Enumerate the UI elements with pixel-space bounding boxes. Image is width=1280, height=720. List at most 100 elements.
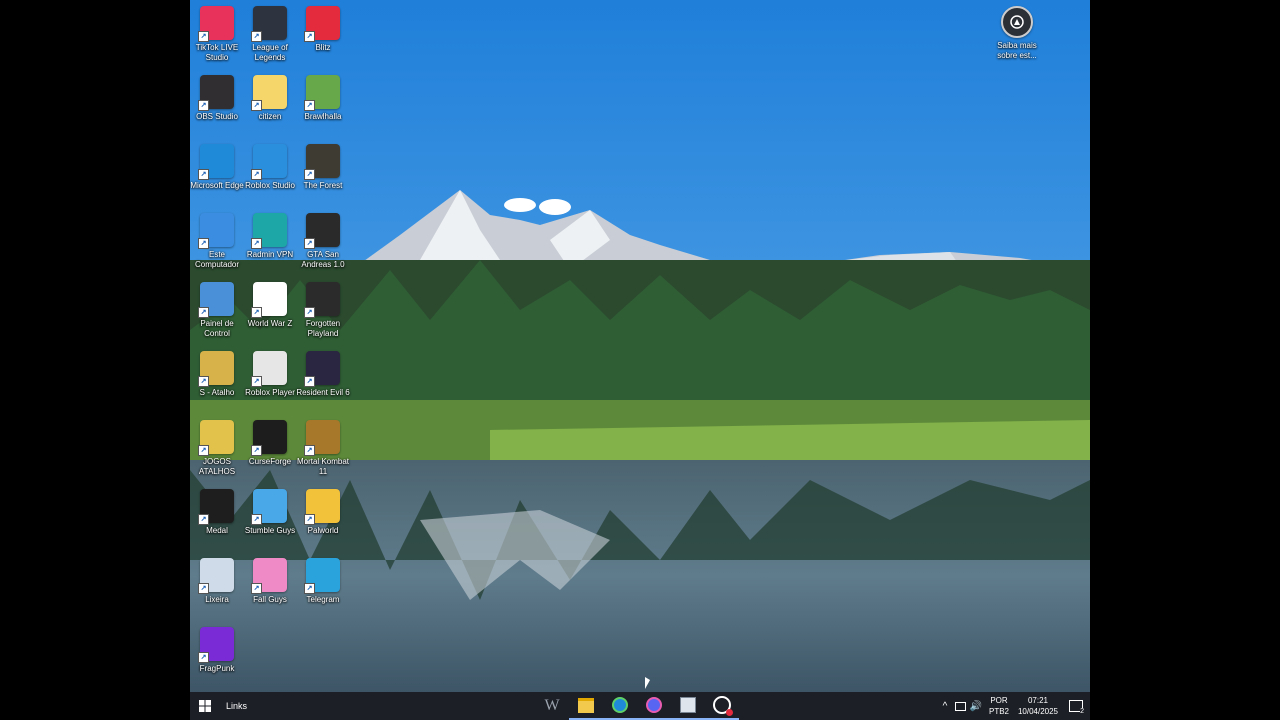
desktop-shortcut[interactable]: ↗ TikTok LIVE Studio (190, 2, 244, 63)
desktop-shortcut-label: Medal (206, 526, 228, 535)
language-indicator[interactable]: POR PTB2 (984, 692, 1014, 720)
language-code: POR (990, 696, 1008, 705)
blitz-taskbar-icon[interactable] (705, 692, 739, 720)
desktop-shortcut-label: TikTok LIVE Studio (195, 43, 239, 62)
folder-icon: ↗ (251, 75, 287, 111)
shortcut-arrow-icon: ↗ (304, 31, 315, 42)
desktop-shortcut-label: Resident Evil 6 (296, 388, 350, 397)
show-hidden-icons-button[interactable]: ^ (938, 692, 952, 720)
desktop-shortcut[interactable]: ↗ Lixeira (190, 554, 244, 605)
desktop-shortcut[interactable]: ↗ JOGOS ATALHOS (190, 416, 244, 477)
control-panel-icon: ↗ (198, 282, 234, 318)
desktop-shortcut[interactable]: ↗ OBS Studio (190, 71, 244, 122)
desktop-shortcut-label: World War Z (247, 319, 293, 328)
shortcut-arrow-icon: ↗ (304, 307, 315, 318)
medal-icon: ↗ (198, 489, 234, 525)
notification-count: 2 (1080, 708, 1084, 715)
desktop-shortcut[interactable]: ↗ Microsoft Edge (190, 140, 244, 191)
desktop-shortcut-label: Blitz (315, 43, 331, 52)
clock[interactable]: 07:21 10/04/2025 (1014, 692, 1062, 720)
desktop-shortcut[interactable]: ↗ Este Computador (190, 209, 244, 270)
desktop-shortcut[interactable]: ↗ Palworld (296, 485, 350, 536)
desktop-shortcut-label: JOGOS ATALHOS (198, 457, 236, 476)
desktop-shortcut[interactable]: ↗ Painel de Control (190, 278, 244, 339)
palworld-icon: ↗ (304, 489, 340, 525)
shortcut-arrow-icon: ↗ (251, 376, 262, 387)
edge-taskbar-icon[interactable] (603, 692, 637, 720)
recycle-bin-icon: ↗ (198, 558, 234, 594)
file-explorer-icon[interactable] (569, 692, 603, 720)
desktop-shortcut[interactable]: ↗ Fall Guys (243, 554, 297, 605)
shortcut-arrow-icon: ↗ (304, 514, 315, 525)
desktop-shortcut[interactable]: ↗ The Forest (296, 140, 350, 191)
gta-sa-icon: ↗ (304, 213, 340, 249)
desktop-shortcut[interactable]: ↗ World War Z (243, 278, 297, 329)
volume-icon[interactable]: 🔊 (968, 692, 984, 720)
desktop-shortcut-label: Forgotten Playland (305, 319, 341, 338)
desktop-shortcut[interactable]: ↗ Mortal Kombat 11 (296, 416, 350, 477)
desktop-shortcut[interactable]: ↗ FragPunk (190, 623, 244, 674)
desktop-shortcut[interactable]: ↗ Brawlhalla (296, 71, 350, 122)
desktop-shortcut-label: Roblox Player (245, 388, 295, 397)
desktop-shortcut[interactable]: ↗ League of Legends (243, 2, 297, 63)
desktop-shortcut-label: Mortal Kombat 11 (296, 457, 350, 476)
desktop-shortcut[interactable]: ↗ Resident Evil 6 (296, 347, 350, 398)
desktop-shortcut[interactable]: ↗ Medal (190, 485, 244, 536)
desktop-shortcut[interactable]: ↗ citizen (243, 71, 297, 122)
world-war-z-icon: ↗ (251, 282, 287, 318)
resident-evil-icon: ↗ (304, 351, 340, 387)
discord-icon[interactable] (637, 692, 671, 720)
windows-start-icon (199, 700, 211, 712)
desktop-shortcut[interactable]: ↗ GTA San Andreas 1.0 (296, 209, 350, 270)
radmin-vpn-icon: ↗ (251, 213, 287, 249)
obs-icon: ↗ (198, 75, 234, 111)
word-app-icon[interactable]: W (535, 692, 569, 720)
shortcut-arrow-icon: ↗ (304, 376, 315, 387)
notepad-icon[interactable] (671, 692, 705, 720)
desktop-shortcut-label: GTA San Andreas 1.0 (301, 250, 345, 269)
network-icon[interactable] (952, 692, 968, 720)
shortcut-character-icon: ↗ (198, 351, 234, 387)
stumble-guys-icon: ↗ (251, 489, 287, 525)
shortcut-arrow-icon: ↗ (251, 307, 262, 318)
desktop-shortcut[interactable]: ↗ S - Atalho (190, 347, 244, 398)
mortal-kombat-icon: ↗ (304, 420, 340, 456)
desktop-shortcut[interactable]: ↗ Radmin VPN (243, 209, 297, 260)
shortcut-arrow-icon: ↗ (198, 583, 209, 594)
desktop-shortcut[interactable]: ↗ Roblox Studio (243, 140, 297, 191)
desktop-shortcut[interactable]: ↗ CurseForge (243, 416, 297, 467)
start-button[interactable] (190, 692, 220, 720)
desktop-shortcut-label: Este Computador (194, 250, 240, 269)
desktop-shortcut[interactable]: ↗ Stumble Guys (243, 485, 297, 536)
desktop-shortcut[interactable]: ↗ Telegram (296, 554, 350, 605)
shortcut-arrow-icon: ↗ (304, 169, 315, 180)
clock-time: 07:21 (1027, 696, 1049, 705)
notification-center-button[interactable]: 2 (1062, 692, 1090, 720)
learn-more-shortcut[interactable]: Saiba mais sobre est... (981, 2, 1053, 61)
desktop-shortcut-label: citizen (258, 112, 282, 121)
keyboard-layout: PTB2 (988, 707, 1009, 716)
fall-guys-icon: ↗ (251, 558, 287, 594)
shortcut-arrow-icon: ↗ (251, 31, 262, 42)
desktop-shortcut-label: Microsoft Edge (190, 181, 244, 190)
tiktok-live-icon: ↗ (198, 6, 234, 42)
desktop-shortcut-label: CurseForge (248, 457, 292, 466)
shortcut-arrow-icon: ↗ (251, 100, 262, 111)
desktop-shortcut-label: Palworld (307, 526, 339, 535)
edge-icon: ↗ (198, 144, 234, 180)
shortcut-arrow-icon: ↗ (304, 583, 315, 594)
shortcut-arrow-icon: ↗ (304, 100, 315, 111)
desktop-shortcut-label: League of Legends (252, 43, 288, 62)
shortcut-arrow-icon: ↗ (198, 307, 209, 318)
desktop-shortcut-label: Radmin VPN (246, 250, 294, 259)
desktop-shortcut[interactable]: ↗ Blitz (296, 2, 350, 53)
shortcut-arrow-icon: ↗ (251, 445, 262, 456)
desktop-shortcut[interactable]: ↗ Forgotten Playland (296, 278, 350, 339)
pinned-apps: W (535, 692, 739, 720)
desktop-shortcut-label: Lixeira (205, 595, 229, 604)
links-toolbar[interactable]: Links (220, 692, 247, 720)
roblox-studio-icon: ↗ (251, 144, 287, 180)
desktop-shortcut-label: Brawlhalla (304, 112, 342, 121)
desktop-shortcut[interactable]: ↗ Roblox Player (243, 347, 297, 398)
shortcut-arrow-icon: ↗ (198, 31, 209, 42)
